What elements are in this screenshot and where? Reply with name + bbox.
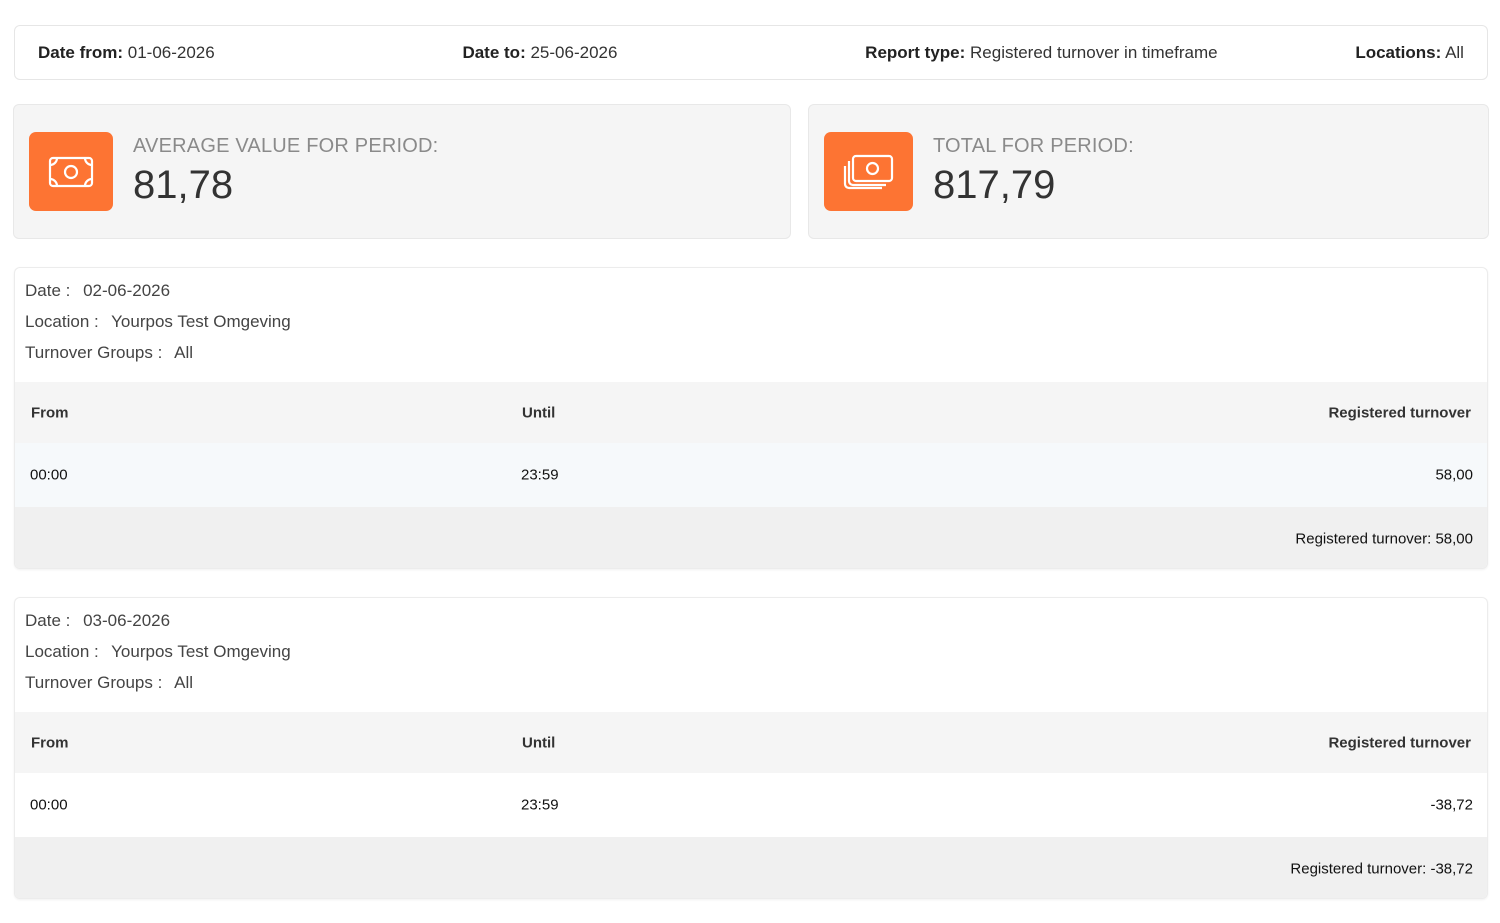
date-label: Date :: [25, 281, 71, 300]
date-to-value: 25-06-2026: [530, 42, 618, 62]
column-header-until[interactable]: Until: [522, 404, 555, 421]
turnover-groups-label: Turnover Groups :: [25, 673, 163, 692]
date-value: 02-06-2026: [83, 281, 171, 300]
table-header: From Until Registered turnover: [15, 712, 1487, 773]
date-to-label: Date to:: [462, 42, 526, 62]
location-value: Yourpos Test Omgeving: [111, 312, 291, 331]
cell-from: 00:00: [30, 466, 68, 484]
average-label: AVERAGE VALUE FOR PERIOD:: [133, 135, 439, 157]
column-header-until[interactable]: Until: [522, 734, 555, 751]
report-type-value: Registered turnover in timeframe: [970, 42, 1218, 62]
date-value: 03-06-2026: [83, 611, 171, 630]
table-header: From Until Registered turnover: [15, 382, 1487, 443]
date-line: Date : 03-06-2026: [25, 610, 1477, 641]
turnover-groups-line: Turnover Groups : All: [25, 672, 1477, 703]
total-value-card: TOTAL FOR PERIOD: 817,79: [808, 104, 1489, 239]
average-value-card: AVERAGE VALUE FOR PERIOD: 81,78: [13, 104, 791, 239]
cell-until: 23:59: [521, 796, 559, 814]
location-label: Location :: [25, 312, 99, 331]
cell-from: 00:00: [30, 796, 68, 814]
average-value: 81,78: [133, 163, 234, 207]
cell-registered-turnover: -38,72: [1430, 796, 1473, 814]
report-type-filter: Report type: Registered turnover in time…: [865, 43, 1217, 63]
date-line: Date : 02-06-2026: [25, 280, 1477, 311]
location-value: Yourpos Test Omgeving: [111, 642, 291, 661]
table-row: 00:00 23:59 58,00: [15, 443, 1487, 507]
table-footer: Registered turnover: 58,00: [15, 507, 1487, 568]
turnover-groups-line: Turnover Groups : All: [25, 342, 1477, 373]
registered-turnover-total: Registered turnover: 58,00: [1295, 530, 1473, 547]
report-type-label: Report type:: [865, 42, 966, 62]
date-to-filter: Date to: 25-06-2026: [462, 43, 617, 63]
cell-until: 23:59: [521, 466, 559, 484]
day-report-card: Date : 02-06-2026 Location : Yourpos Tes…: [14, 267, 1488, 569]
total-value: 817,79: [933, 163, 1056, 207]
cell-registered-turnover: 58,00: [1435, 466, 1473, 484]
date-label: Date :: [25, 611, 71, 630]
turnover-groups-value: All: [174, 343, 194, 362]
total-label: TOTAL FOR PERIOD:: [933, 135, 1134, 157]
money-bill-icon: [29, 132, 113, 211]
column-header-registered-turnover[interactable]: Registered turnover: [1328, 404, 1471, 421]
location-label: Location :: [25, 642, 99, 661]
day-report-meta: Date : 02-06-2026 Location : Yourpos Tes…: [15, 268, 1487, 373]
turnover-groups-value: All: [174, 673, 194, 692]
column-header-from[interactable]: From: [31, 734, 69, 751]
location-line: Location : Yourpos Test Omgeving: [25, 641, 1477, 672]
column-header-from[interactable]: From: [31, 404, 69, 421]
location-line: Location : Yourpos Test Omgeving: [25, 311, 1477, 342]
day-report-card: Date : 03-06-2026 Location : Yourpos Tes…: [14, 597, 1488, 899]
money-bills-icon: [824, 132, 913, 211]
date-from-label: Date from:: [38, 42, 124, 62]
day-report-meta: Date : 03-06-2026 Location : Yourpos Tes…: [15, 598, 1487, 703]
locations-label: Locations:: [1355, 42, 1442, 62]
locations-filter: Locations: All: [1355, 43, 1464, 63]
date-from-value: 01-06-2026: [127, 42, 215, 62]
report-filter-bar: Date from: 01-06-2026 Date to: 25-06-202…: [14, 25, 1488, 80]
date-from-filter: Date from: 01-06-2026: [38, 43, 215, 63]
turnover-groups-label: Turnover Groups :: [25, 343, 163, 362]
column-header-registered-turnover[interactable]: Registered turnover: [1328, 734, 1471, 751]
table-row: 00:00 23:59 -38,72: [15, 773, 1487, 837]
table-footer: Registered turnover: -38,72: [15, 837, 1487, 898]
registered-turnover-total: Registered turnover: -38,72: [1290, 860, 1473, 877]
locations-value: All: [1445, 42, 1464, 62]
